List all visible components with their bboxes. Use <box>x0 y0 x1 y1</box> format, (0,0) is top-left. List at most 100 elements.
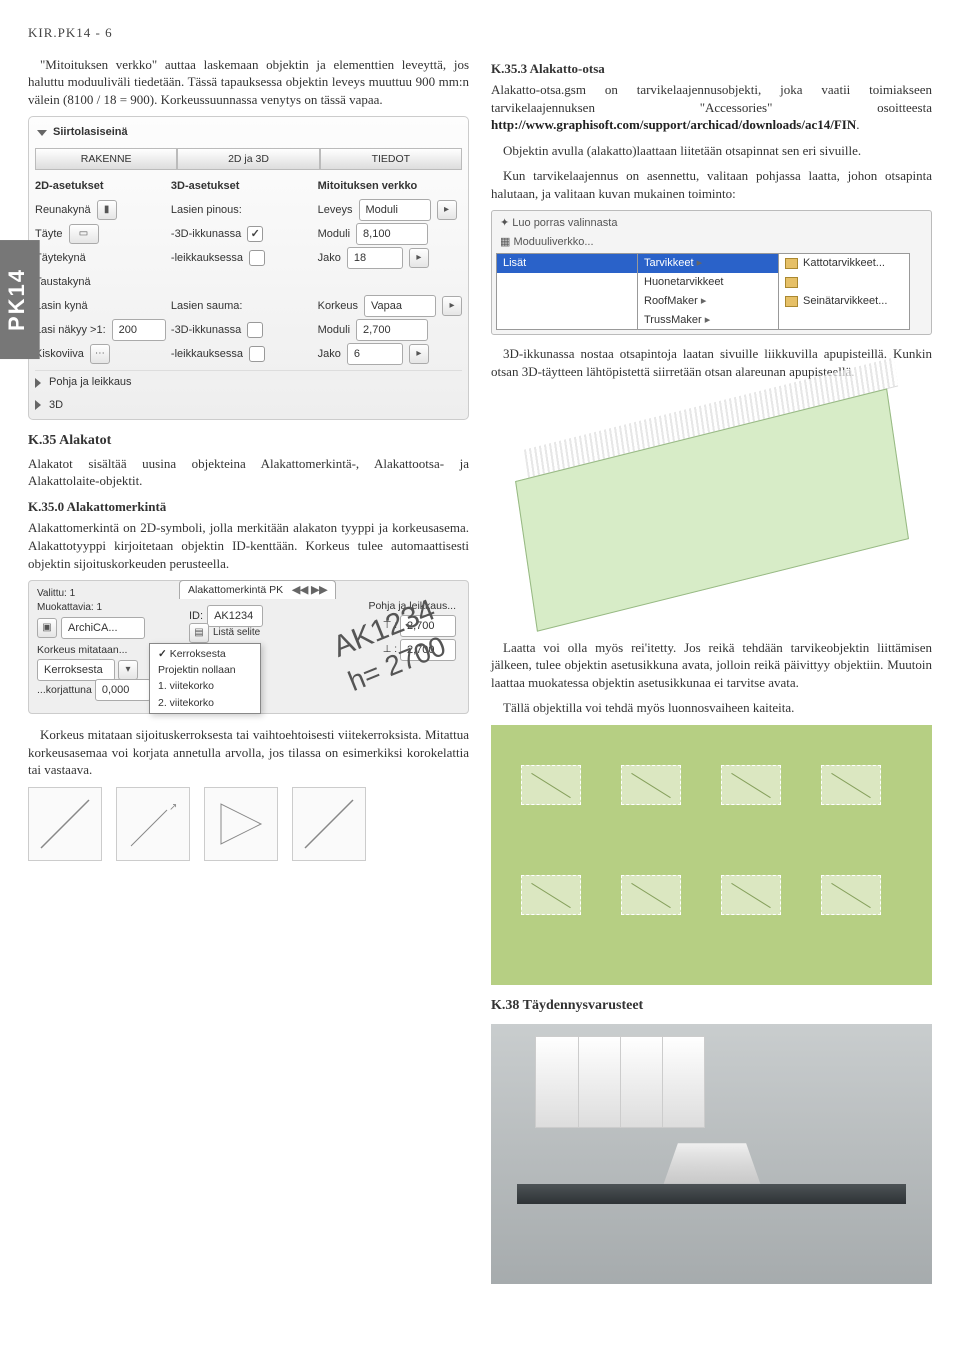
c3r1l: Moduli <box>318 227 350 242</box>
obj-icon[interactable]: ▣ <box>37 618 57 638</box>
c2r2: -leikkauksessa <box>171 251 243 266</box>
thumb-diag2 <box>292 787 366 861</box>
lib-field[interactable]: ArchiCA... <box>61 617 145 639</box>
pen-btn[interactable]: ▮ <box>97 200 117 220</box>
c3r4v[interactable]: Vapaa <box>364 295 436 317</box>
c3r6l: Jako <box>318 347 341 362</box>
k353-a: Alakatto-otsa.gsm on tarvikelaajennusobj… <box>491 81 932 134</box>
menu-side-2[interactable]: Seinätarvikkeet... <box>779 292 909 311</box>
arrow-btn2[interactable]: ▸ <box>409 248 429 268</box>
heading-k353: K.35.3 Alakatto-otsa <box>491 60 932 78</box>
menu-sub: Tarvikkeet ▸ Huonetarvikkeet RoofMaker ▸… <box>638 253 779 330</box>
row-taytekyna: Täytekynä <box>35 251 86 266</box>
foot-3d[interactable]: 3D <box>49 398 63 413</box>
laatta-text: Laatta voi olla myös rei'itetty. Jos rei… <box>491 639 932 692</box>
heading-k350: K.35.0 Alakattomerkintä <box>28 498 469 516</box>
folder-icon <box>785 296 798 307</box>
c2r4: Lasien sauma: <box>171 299 243 314</box>
alakatto-dialog: Alakattomerkintä PK ◀◀ ▶▶ Valittu: 1 Muo… <box>28 580 469 714</box>
c3r0l: Leveys <box>318 203 353 218</box>
korkeus-text: Korkeus mitataan sijoituskerroksesta tai… <box>28 726 469 779</box>
dialog-tabs: RAKENNE 2D ja 3D TIEDOT <box>35 148 462 170</box>
check-leik[interactable] <box>249 250 265 266</box>
svg-text:↗: ↗ <box>169 802 177 813</box>
row-lasinakyy: Lasi näkyy >1: <box>35 323 106 338</box>
menu-sub-1[interactable]: Huonetarvikkeet <box>638 273 778 292</box>
col1-header: 2D-asetukset <box>35 179 103 194</box>
fill-btn[interactable]: ▭ <box>69 224 99 244</box>
sel-caption1: Valittu: 1 <box>37 587 102 601</box>
alakatto-tab[interactable]: Alakattomerkintä PK ◀◀ ▶▶ <box>179 580 336 599</box>
check-3dikk[interactable] <box>247 226 263 242</box>
popup-caret-icon[interactable]: ▾ <box>118 660 138 680</box>
height-popup: Kerroksesta Projektin nollaan 1. viiteko… <box>149 643 261 714</box>
menu-sub-2[interactable]: RoofMaker ▸ <box>638 292 778 311</box>
c3r5l: Moduli <box>318 323 350 338</box>
tab-tiedot[interactable]: TIEDOT <box>320 148 462 170</box>
heading-k35: K.35 Alakatot <box>28 432 469 451</box>
k353-b: Objektin avulla (alakatto)laattaan liite… <box>491 142 932 160</box>
dialog-title: Siirtolasiseinä <box>53 125 128 140</box>
arrow-btn3[interactable]: ▸ <box>442 296 462 316</box>
settings-dialog: Siirtolasiseinä RAKENNE 2D ja 3D TIEDOT … <box>28 116 469 420</box>
iso-preview <box>491 389 932 629</box>
linepick-btn[interactable]: ⋯ <box>90 344 110 364</box>
check-3dikk2[interactable] <box>247 322 263 338</box>
disclosure-icon[interactable] <box>37 130 47 136</box>
row-lasinkyna: Lasin kynä <box>35 299 88 314</box>
arrow-btn[interactable]: ▸ <box>437 200 457 220</box>
lista-icon[interactable]: ▤ <box>189 623 209 643</box>
popup-item-0[interactable]: Kerroksesta <box>150 646 260 662</box>
popup-btn[interactable]: Kerroksesta <box>37 659 115 681</box>
c3r4l: Korkeus <box>318 299 358 314</box>
download-link[interactable]: http://www.graphisoft.com/support/archic… <box>491 117 856 132</box>
korjattuna-field[interactable]: 0,000 <box>95 679 151 701</box>
menu-top-1[interactable]: ▦ Moduuliverkko... <box>500 235 594 250</box>
green-preview <box>491 725 932 985</box>
intro-text: "Mitoituksen verkko" auttaa laskemaan ob… <box>28 56 469 109</box>
menu-main[interactable]: Lisät <box>496 253 638 330</box>
tab-2d3d[interactable]: 2D ja 3D <box>177 148 319 170</box>
c3r5v[interactable]: 2,700 <box>356 319 428 341</box>
row-reunakyna: Reunakynä <box>35 203 91 218</box>
folder-icon <box>785 277 798 288</box>
thumb-diag-arrow: ↗ <box>116 787 190 861</box>
c2r0: Lasien pinous: <box>171 203 242 218</box>
col3-header: Mitoituksen verkko <box>318 179 418 194</box>
disclosure-icon3[interactable] <box>35 400 41 410</box>
menu-sub-3[interactable]: TrussMaker ▸ <box>638 311 778 330</box>
thumb-diag <box>28 787 102 861</box>
menu-top-0[interactable]: ✦ Luo porras valinnasta <box>500 216 617 231</box>
foot-pohja[interactable]: Pohja ja leikkaus <box>49 375 132 390</box>
tab-rakenne[interactable]: RAKENNE <box>35 148 177 170</box>
menu-sub-0[interactable]: Tarvikkeet ▸ <box>638 254 778 273</box>
c2r1: -3D-ikkunassa <box>171 227 241 242</box>
menu-cascade: ✦ Luo porras valinnasta ▦ Moduuliverkko.… <box>491 210 932 335</box>
popup-item-2[interactable]: 1. viitekorko <box>150 678 260 694</box>
menu-side: Kattotarvikkeet... Laattatarvikkeet... S… <box>779 253 910 330</box>
c3r1v[interactable]: 8,100 <box>356 223 428 245</box>
menu-side-0[interactable]: Kattotarvikkeet... <box>779 254 909 273</box>
disclosure-icon2[interactable] <box>35 378 41 388</box>
k35-body: Alakatot sisältää uusina objekteina Alak… <box>28 455 469 490</box>
menu-side-1[interactable]: Laattatarvikkeet... <box>779 273 909 292</box>
c2r6: -leikkauksessa <box>171 347 243 362</box>
sel-caption2: Muokattavia: 1 <box>37 601 102 615</box>
countertop <box>517 1184 905 1204</box>
arrow-btn4[interactable]: ▸ <box>409 344 429 364</box>
cupboard <box>535 1036 705 1128</box>
popup-item-3[interactable]: 2. viitekorko <box>150 695 260 711</box>
folder-icon <box>785 258 798 269</box>
row-taustakyna: Taustakynä <box>35 275 91 290</box>
lasi-field[interactable]: 200 <box>112 319 166 341</box>
c3r6v[interactable]: 6 <box>347 343 403 365</box>
popup-label: Korkeus mitataan... <box>37 643 127 657</box>
check-leik2[interactable] <box>249 346 265 362</box>
c3r2l: Jako <box>318 251 341 266</box>
c3r2v[interactable]: 18 <box>347 247 403 269</box>
page-header: KIR.PK14 - 6 <box>28 24 932 42</box>
popup-item-1[interactable]: Projektin nollaan <box>150 662 260 678</box>
c3r0v[interactable]: Moduli <box>359 199 431 221</box>
c2r5: -3D-ikkunassa <box>171 323 241 338</box>
col2-header: 3D-asetukset <box>171 179 239 194</box>
